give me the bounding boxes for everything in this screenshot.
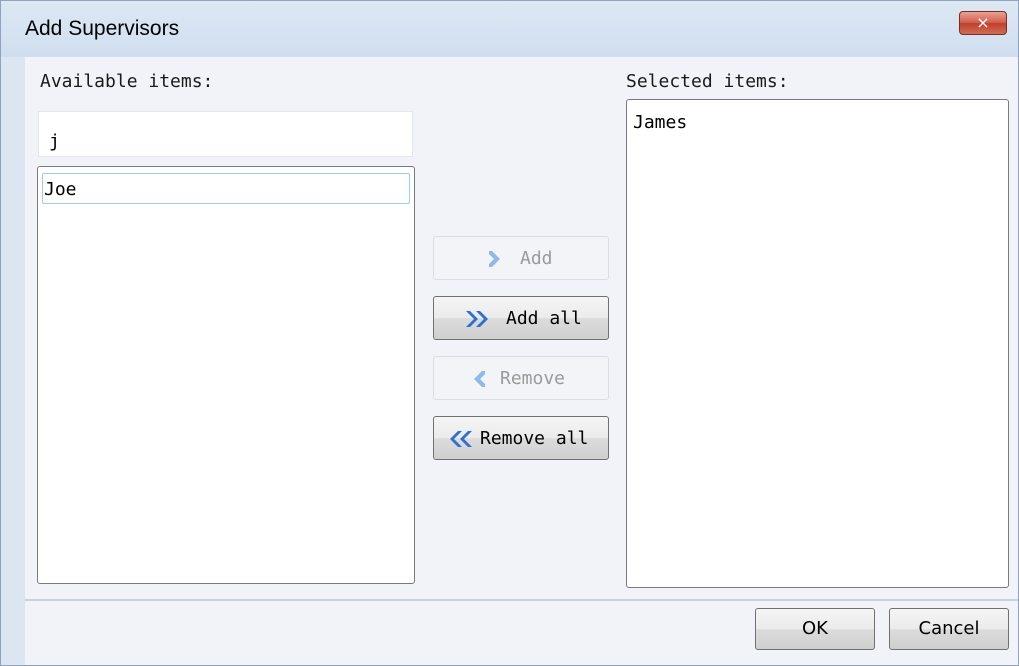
double-chevron-left-icon (450, 431, 472, 447)
window-title: Add Supervisors (25, 17, 180, 40)
remove-all-button-label: Remove all (480, 428, 589, 449)
remove-button-label: Remove (500, 368, 566, 389)
ok-button[interactable]: OK (755, 608, 875, 650)
available-filter-input[interactable] (38, 111, 413, 157)
dialog-window: Add Supervisors × Available items: Joe A… (0, 0, 1019, 666)
list-item[interactable]: James (633, 112, 687, 133)
title-bar: Add Supervisors × (1, 1, 1018, 57)
add-all-button-label: Add all (506, 308, 582, 329)
double-chevron-right-icon (466, 311, 488, 327)
add-all-button[interactable]: Add all (433, 296, 609, 340)
list-item[interactable]: Joe (42, 173, 410, 204)
remove-all-button[interactable]: Remove all (433, 416, 609, 460)
add-button[interactable]: Add (433, 236, 609, 280)
selected-items-label: Selected items: (626, 71, 789, 92)
chevron-right-icon (489, 251, 500, 267)
available-items-label: Available items: (40, 71, 214, 92)
chevron-left-icon (474, 371, 485, 387)
available-items-list[interactable]: Joe (37, 166, 415, 584)
close-button[interactable]: × (959, 11, 1007, 35)
selected-items-list[interactable]: James (626, 99, 1009, 588)
remove-button[interactable]: Remove (433, 356, 609, 400)
add-button-label: Add (520, 248, 553, 269)
cancel-button[interactable]: Cancel (889, 608, 1009, 650)
close-icon: × (976, 13, 990, 32)
